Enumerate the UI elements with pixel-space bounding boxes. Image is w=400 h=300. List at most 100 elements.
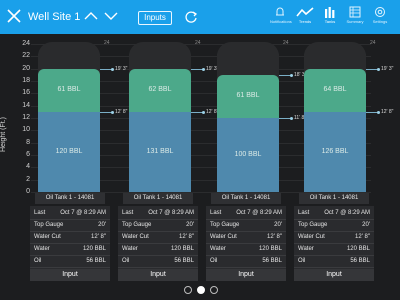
y-tick-label: 14 bbox=[22, 101, 30, 109]
row-value: 56 BBL bbox=[174, 258, 194, 264]
summary-icon bbox=[349, 6, 361, 18]
marker-dot bbox=[290, 73, 293, 77]
oil-volume-row: Oil 56 BBL bbox=[206, 255, 286, 268]
oil-volume-label: 61 BBL bbox=[57, 86, 81, 94]
bell-icon bbox=[276, 7, 284, 16]
inputs-button[interactable]: Inputs bbox=[138, 11, 172, 25]
row-label: Top Gauge bbox=[298, 222, 328, 228]
nav-settings[interactable]: Settings bbox=[370, 6, 390, 24]
row-label: Last bbox=[122, 210, 134, 216]
capacity-label: 24 bbox=[370, 40, 376, 46]
tanks-icon bbox=[325, 7, 335, 18]
y-tick-label: 12 bbox=[22, 114, 30, 121]
refresh-icon[interactable] bbox=[184, 10, 198, 24]
nav-tanks[interactable]: Tanks bbox=[320, 6, 340, 24]
y-tick-label: 6 bbox=[26, 151, 30, 158]
tank-name-tab[interactable]: Oil Tank 1 - 14081 bbox=[123, 193, 193, 204]
page-indicator-dot[interactable] bbox=[210, 286, 218, 294]
row-label: Water bbox=[122, 246, 138, 252]
input-button[interactable]: Input bbox=[206, 269, 286, 281]
tank-name-tab[interactable]: Oil Tank 1 - 14081 bbox=[299, 193, 369, 204]
chevron-down-icon[interactable] bbox=[104, 11, 118, 21]
tank-name-tab[interactable]: Oil Tank 1 - 14081 bbox=[35, 193, 105, 204]
close-icon[interactable] bbox=[6, 8, 22, 24]
page-indicator-dot[interactable] bbox=[197, 286, 205, 294]
oil-volume-label: 61 BBL bbox=[236, 92, 260, 100]
row-value: 120 BBL bbox=[346, 246, 370, 252]
row-label: Water bbox=[210, 246, 226, 252]
marker-dot bbox=[111, 110, 114, 114]
row-value: 20' bbox=[274, 222, 282, 228]
y-tick-label: 2 bbox=[26, 175, 30, 183]
nav-label: Notifications bbox=[270, 19, 292, 24]
capacity-label: 24 bbox=[283, 40, 289, 46]
row-value: 56 BBL bbox=[86, 258, 106, 264]
water-volume-label: 131 BBL bbox=[146, 147, 174, 155]
marker-dot bbox=[202, 67, 205, 71]
tank-info-card: Last Oct 7 @ 8:29 AM Top Gauge 20' Water Cut… bbox=[294, 206, 374, 278]
input-button[interactable]: Input bbox=[294, 269, 374, 281]
y-tick-label: 0 bbox=[26, 188, 30, 195]
tank-level-chart: Height (Ft.) 24 22 20 18 16 14 12 10 8 6 4 2 0 61 BB… bbox=[0, 34, 400, 200]
row-value: 56 BBL bbox=[350, 258, 370, 264]
marker-dot bbox=[202, 110, 205, 114]
row-value: 12' 8" bbox=[267, 234, 282, 240]
tank-name-tab[interactable]: Oil Tank 1 - 14081 bbox=[211, 193, 281, 204]
input-button[interactable]: Input bbox=[118, 269, 198, 281]
row-value: 12' 8" bbox=[355, 234, 370, 240]
nav-label: Trends bbox=[298, 19, 312, 24]
row-value: 56 BBL bbox=[262, 258, 282, 264]
row-label: Top Gauge bbox=[210, 222, 240, 228]
capacity-label: 24 bbox=[195, 40, 201, 46]
chevron-up-icon[interactable] bbox=[84, 11, 98, 21]
y-tick-label: 10 bbox=[22, 126, 30, 134]
row-label: Water Cut bbox=[210, 234, 237, 240]
oil-volume-row: Oil 56 BBL bbox=[30, 255, 110, 268]
row-label: Top Gauge bbox=[34, 222, 64, 228]
water-cut-marker-label: 12' 8" bbox=[381, 108, 394, 115]
oil-volume-row: Oil 56 BBL bbox=[118, 255, 198, 268]
tank-info-card: Last Oct 7 @ 8:29 AM Top Gauge 20' Water Cut… bbox=[30, 206, 110, 278]
input-button[interactable]: Input bbox=[30, 269, 110, 281]
row-label: Last bbox=[298, 210, 310, 216]
y-axis-label: Height (Ft.) bbox=[0, 116, 7, 152]
water-volume-label: 120 BBL bbox=[55, 147, 83, 155]
row-label: Water bbox=[34, 246, 50, 252]
top-gauge-marker-label: 19' 3" bbox=[115, 65, 128, 72]
row-label: Last bbox=[34, 210, 46, 216]
water-volume-label: 126 BBL bbox=[321, 147, 349, 155]
marker-dot bbox=[290, 117, 293, 120]
y-tick-label: 22 bbox=[22, 52, 30, 60]
row-value: Oct 7 @ 8:29 AM bbox=[148, 210, 194, 216]
row-value: 20' bbox=[98, 222, 106, 228]
row-value: Oct 7 @ 8:29 AM bbox=[324, 210, 370, 216]
y-tick-label: 24 bbox=[22, 40, 30, 47]
y-tick-label: 18 bbox=[22, 77, 30, 84]
nav-label: Tanks bbox=[324, 19, 336, 24]
nav-notifications[interactable]: Notifications bbox=[270, 6, 292, 24]
row-value: Oct 7 @ 8:29 AM bbox=[60, 210, 106, 216]
row-value: 120 BBL bbox=[170, 246, 194, 252]
oil-volume-row: Oil 56 BBL bbox=[294, 255, 374, 268]
marker-dot bbox=[377, 67, 380, 71]
row-label: Oil bbox=[34, 258, 42, 264]
tank-info-card: Last Oct 7 @ 8:29 AM Top Gauge 20' Water Cut… bbox=[206, 206, 286, 278]
nav-summary[interactable]: Summary bbox=[345, 6, 365, 24]
row-label: Water bbox=[298, 246, 314, 252]
row-value: 12' 8" bbox=[91, 234, 106, 240]
page-indicator-dot[interactable] bbox=[184, 286, 192, 294]
top-bar: Well Site 1 Inputs Notifications Trends … bbox=[0, 0, 400, 34]
row-value: 20' bbox=[186, 222, 194, 228]
top-gauge-marker-label: 19' 3" bbox=[381, 65, 394, 72]
y-tick-label: 20 bbox=[22, 64, 30, 72]
y-tick-label: 8 bbox=[26, 138, 30, 146]
nav-trends[interactable]: Trends bbox=[295, 6, 315, 24]
oil-volume-label: 62 BBL bbox=[148, 86, 172, 94]
row-label: Oil bbox=[298, 258, 306, 264]
page-title: Well Site 1 bbox=[28, 11, 81, 23]
gear-icon bbox=[375, 7, 385, 17]
row-value: 12' 8" bbox=[179, 234, 194, 240]
nav-label: Summary bbox=[346, 19, 364, 24]
row-value: 120 BBL bbox=[82, 246, 106, 252]
row-label: Oil bbox=[122, 258, 130, 264]
